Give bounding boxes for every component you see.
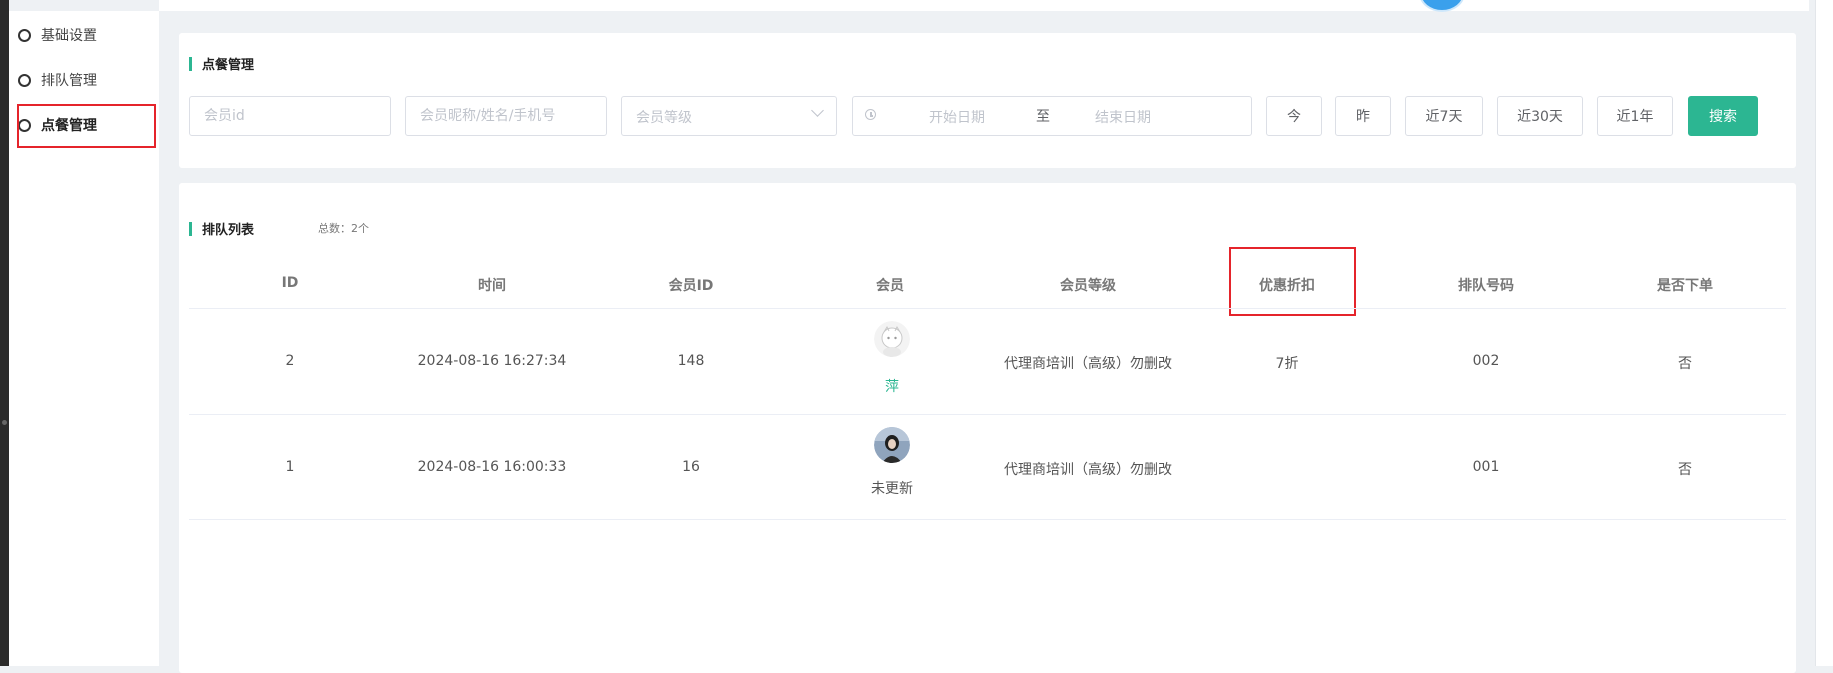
sidebar-item-label: 排队管理 xyxy=(41,73,97,89)
cell-id: 1 xyxy=(285,459,295,475)
highlight-box-discount xyxy=(1229,247,1356,316)
last-7-days-button[interactable]: 近7天 xyxy=(1405,96,1483,136)
filter-title-text: 点餐管理 xyxy=(202,58,255,73)
clock-icon xyxy=(865,109,876,120)
chevron-down-icon xyxy=(811,104,824,117)
date-separator: 至 xyxy=(1036,109,1050,125)
cell-time: 2024-08-16 16:00:33 xyxy=(417,459,567,475)
member-id-field[interactable] xyxy=(190,97,390,135)
column-header-member-level: 会员等级 xyxy=(1060,278,1116,294)
cell-queue-number: 002 xyxy=(1472,353,1500,369)
cell-ordered: 否 xyxy=(1678,356,1692,372)
member-name[interactable]: 未更新 xyxy=(871,478,913,498)
column-header-ordered: 是否下单 xyxy=(1657,278,1713,294)
cell-time: 2024-08-16 16:27:34 xyxy=(417,353,567,369)
row-divider xyxy=(189,414,1786,415)
title-accent-bar xyxy=(189,56,192,71)
member-avatar[interactable] xyxy=(874,321,910,357)
cell-member-id: 16 xyxy=(682,459,700,475)
cell-queue-number: 001 xyxy=(1472,459,1500,475)
circle-icon xyxy=(18,28,31,42)
date-range-picker[interactable]: 开始日期 至 结束日期 xyxy=(852,96,1252,136)
member-id-input[interactable] xyxy=(189,96,391,136)
row-divider xyxy=(189,308,1786,309)
scrollbar-track[interactable] xyxy=(1815,0,1833,666)
member-level-placeholder: 会员等级 xyxy=(636,110,692,126)
cell-id: 2 xyxy=(285,353,295,369)
highlight-box-sidebar xyxy=(17,104,156,148)
total-count: 总数：2个 xyxy=(318,222,369,235)
title-accent-bar xyxy=(189,221,192,236)
list-card-title: 排队列表 xyxy=(189,219,254,238)
cell-member-level: 代理商培训（高级）勿删改 xyxy=(1004,356,1172,372)
window-edge xyxy=(0,0,9,666)
column-header-id: ID xyxy=(281,275,299,291)
row-divider xyxy=(189,519,1786,520)
cell-ordered: 否 xyxy=(1678,462,1692,478)
yesterday-button[interactable]: 昨 xyxy=(1335,96,1391,136)
cell-member-level: 代理商培训（高级）勿删改 xyxy=(1004,462,1172,478)
member-info-field[interactable] xyxy=(406,97,606,135)
edge-marker xyxy=(2,420,7,425)
column-header-queue-number: 排队号码 xyxy=(1458,278,1514,294)
member-level-select[interactable]: 会员等级 xyxy=(621,96,837,136)
end-date-placeholder[interactable]: 结束日期 xyxy=(1095,107,1151,127)
filter-card-title: 点餐管理 xyxy=(189,54,254,73)
last-1-year-button[interactable]: 近1年 xyxy=(1597,96,1673,136)
member-avatar[interactable] xyxy=(874,427,910,463)
cell-discount: 7折 xyxy=(1275,356,1299,372)
top-header xyxy=(159,0,1809,11)
member-info-input[interactable] xyxy=(405,96,607,136)
column-header-member: 会员 xyxy=(876,278,904,294)
last-30-days-button[interactable]: 近30天 xyxy=(1497,96,1583,136)
circle-icon xyxy=(18,73,31,87)
column-header-member-id: 会员ID xyxy=(668,278,714,294)
sidebar-item-queue-management[interactable]: 排队管理 xyxy=(18,70,97,90)
today-button[interactable]: 今 xyxy=(1266,96,1322,136)
start-date-placeholder[interactable]: 开始日期 xyxy=(929,107,985,127)
sidebar-item-label: 基础设置 xyxy=(41,28,97,44)
search-button[interactable]: 搜索 xyxy=(1688,96,1758,136)
column-header-time: 时间 xyxy=(478,278,506,294)
list-card xyxy=(179,183,1796,673)
list-title-text: 排队列表 xyxy=(202,223,255,238)
sidebar-item-basic-settings[interactable]: 基础设置 xyxy=(18,25,97,45)
member-name[interactable]: 萍 xyxy=(885,376,899,396)
cell-member-id: 148 xyxy=(677,353,705,369)
